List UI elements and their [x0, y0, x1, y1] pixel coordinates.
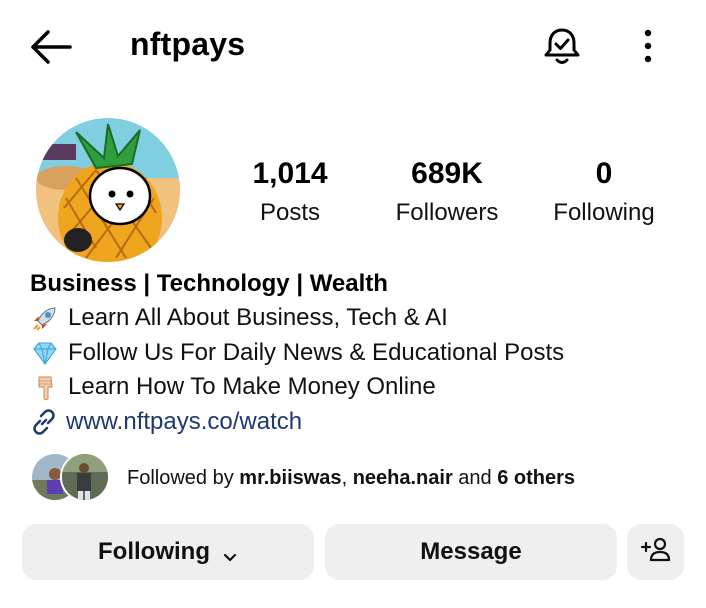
bio-line-text: Follow Us For Daily News & Educational P… — [68, 339, 565, 366]
back-arrow-icon[interactable] — [28, 28, 72, 66]
add-person-icon — [640, 535, 672, 570]
stat-following-value: 0 — [595, 157, 613, 190]
mutual-user-1: mr.biiswas — [239, 467, 342, 489]
profile-avatar[interactable] — [36, 118, 180, 262]
bio-link-text: www.nftpays.co/watch — [66, 408, 303, 435]
message-button-label: Message — [420, 538, 522, 565]
gem-icon — [30, 338, 60, 368]
chevron-down-icon — [222, 544, 238, 562]
followed-by-prefix: Followed by — [127, 467, 240, 489]
add-person-button[interactable] — [627, 524, 684, 580]
rocket-icon — [30, 303, 60, 333]
mutual-others-count: 6 others — [497, 467, 576, 489]
stat-posts-label: Posts — [259, 199, 321, 226]
bio-link[interactable]: www.nftpays.co/watch — [30, 406, 302, 438]
more-options-icon[interactable] — [636, 26, 660, 66]
bio-line: Learn How To Make Money Online — [30, 371, 436, 403]
stat-following[interactable]: 0 Following — [545, 154, 663, 232]
pointing-down-hand-icon — [30, 372, 60, 402]
avatar — [60, 452, 110, 502]
following-button[interactable]: Following — [22, 524, 314, 580]
mutual-followers-avatars[interactable] — [30, 452, 112, 502]
message-button[interactable]: Message — [325, 524, 617, 580]
following-button-label: Following — [98, 538, 210, 565]
stat-followers-value: 689K — [411, 157, 483, 190]
stat-followers[interactable]: 689K Followers — [382, 154, 512, 232]
notification-bell-icon[interactable] — [540, 24, 584, 68]
stat-following-label: Following — [553, 199, 655, 226]
bio-line: Learn All About Business, Tech & AI — [30, 302, 448, 334]
followed-by-text[interactable]: Followed by mr.biiswas, neeha.nair and 6… — [127, 464, 575, 492]
followed-by-separator: , — [341, 467, 353, 489]
stat-posts-value: 1,014 — [252, 157, 328, 190]
stat-posts[interactable]: 1,014 Posts — [235, 154, 345, 232]
bio-category: Business | Technology | Wealth — [30, 270, 388, 297]
bio-line-text: Learn All About Business, Tech & AI — [68, 304, 448, 331]
stat-followers-label: Followers — [395, 199, 499, 226]
bio-line-text: Learn How To Make Money Online — [68, 373, 436, 400]
bio-line: Follow Us For Daily News & Educational P… — [30, 337, 564, 369]
followed-by-and: and — [452, 467, 498, 489]
profile-username: nftpays — [130, 26, 246, 62]
link-icon — [30, 408, 58, 436]
mutual-user-2: neeha.nair — [352, 467, 453, 489]
